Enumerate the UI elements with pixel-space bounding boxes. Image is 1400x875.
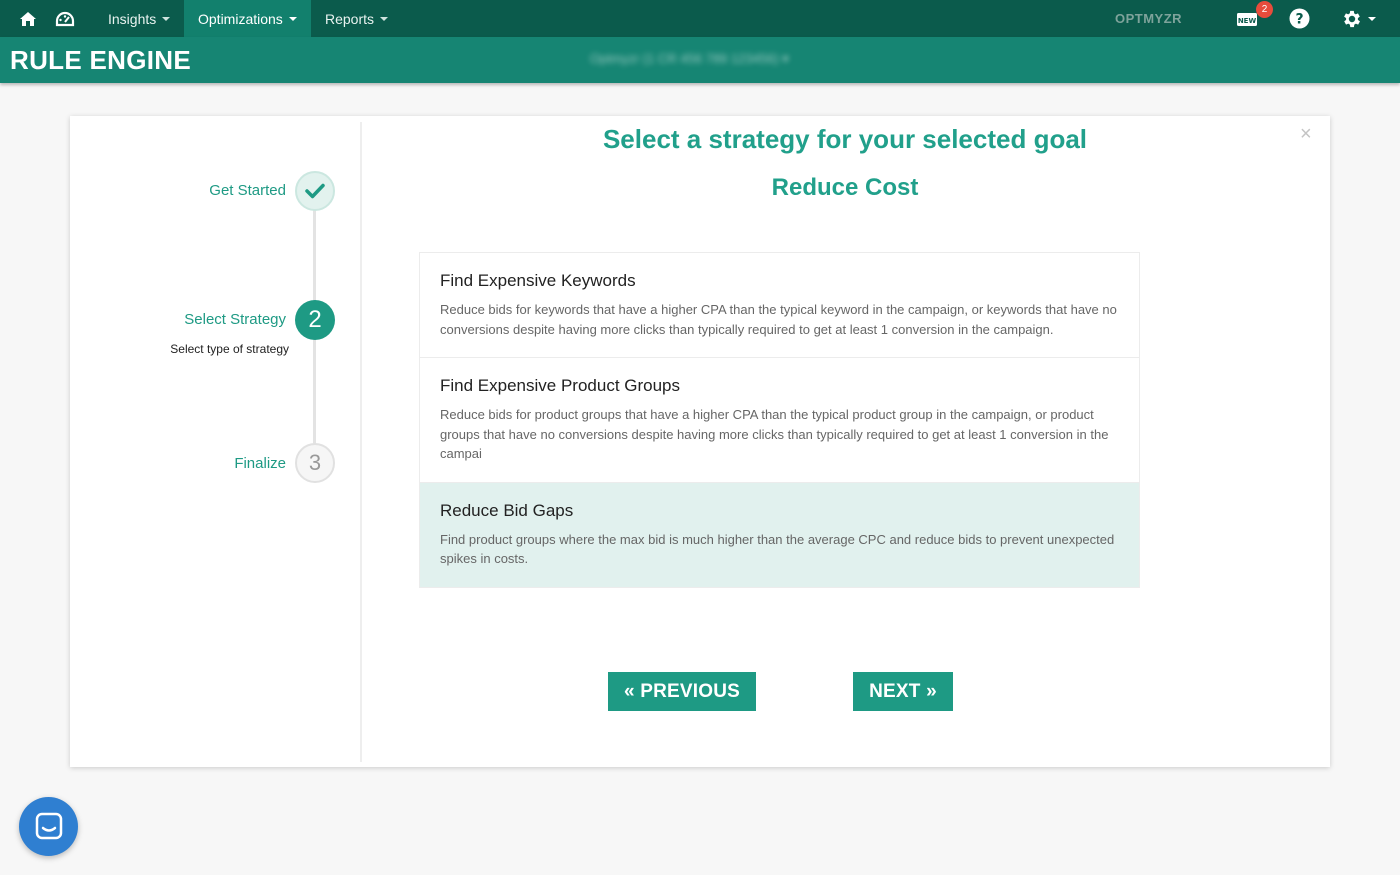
step-get-started[interactable] xyxy=(295,171,335,211)
step-finalize[interactable]: 3 xyxy=(295,443,335,483)
step-subtitle: Select type of strategy xyxy=(170,342,289,356)
option-title: Find Expensive Keywords xyxy=(440,271,636,290)
help-icon[interactable]: ? xyxy=(1287,0,1311,37)
strategy-option-reduce-bid-gaps[interactable]: Reduce Bid Gaps Find product groups wher… xyxy=(420,482,1139,587)
page-title: RULE ENGINE xyxy=(10,45,191,75)
notification-badge: 2 xyxy=(1256,1,1273,18)
step-label-get-started[interactable]: Get Started xyxy=(209,182,286,199)
top-navbar: Insights Optimizations Reports OPTMYZR N… xyxy=(0,0,1400,37)
option-title: Find Expensive Product Groups xyxy=(440,376,681,395)
previous-button[interactable]: « PREVIOUS xyxy=(608,672,756,711)
strategy-list: Find Expensive Keywords Reduce bids for … xyxy=(419,252,1140,588)
menu-reports[interactable]: Reports xyxy=(311,0,402,37)
goal-title: Reduce Cost xyxy=(771,174,919,201)
strategy-option-expensive-keywords[interactable]: Find Expensive Keywords Reduce bids for … xyxy=(420,253,1139,358)
account-selector[interactable]: Optmyzr (1 CR 456 789 123456) ▾ xyxy=(590,51,789,67)
option-title: Reduce Bid Gaps xyxy=(440,500,574,520)
home-icon[interactable] xyxy=(14,0,42,37)
option-description: Find product groups where the max bid is… xyxy=(440,531,1115,567)
menu-optimizations[interactable]: Optimizations xyxy=(184,0,311,37)
menu-insights[interactable]: Insights xyxy=(94,0,184,37)
chat-icon xyxy=(35,812,62,839)
next-button[interactable]: NEXT » xyxy=(853,672,953,711)
new-icon-text: NEW xyxy=(1238,17,1257,25)
option-description: Reduce bids for product groups that have… xyxy=(440,407,1109,461)
chat-launcher-button[interactable] xyxy=(19,797,78,856)
wizard-heading: Select a strategy for your selected goal xyxy=(602,124,1088,154)
step-label-select-strategy[interactable]: Select Strategy xyxy=(184,311,286,328)
page-header: RULE ENGINE Optmyzr (1 CR 456 789 123456… xyxy=(0,37,1400,83)
sidebar-divider xyxy=(360,122,362,762)
brand-logo: OPTMYZR xyxy=(1115,11,1183,26)
strategy-option-expensive-product-groups[interactable]: Find Expensive Product Groups Reduce bid… xyxy=(420,358,1139,483)
step-select-strategy[interactable]: 2 xyxy=(295,300,335,340)
svg-text:?: ? xyxy=(1295,12,1303,28)
gear-icon[interactable] xyxy=(1338,0,1378,37)
check-icon xyxy=(305,183,325,199)
option-description: Reduce bids for keywords that have a hig… xyxy=(440,302,1117,337)
step-label-finalize[interactable]: Finalize xyxy=(234,455,286,472)
dashboard-icon[interactable] xyxy=(52,0,78,37)
wizard-card: × Get Started Select Strategy 2 Select t… xyxy=(70,116,1330,767)
